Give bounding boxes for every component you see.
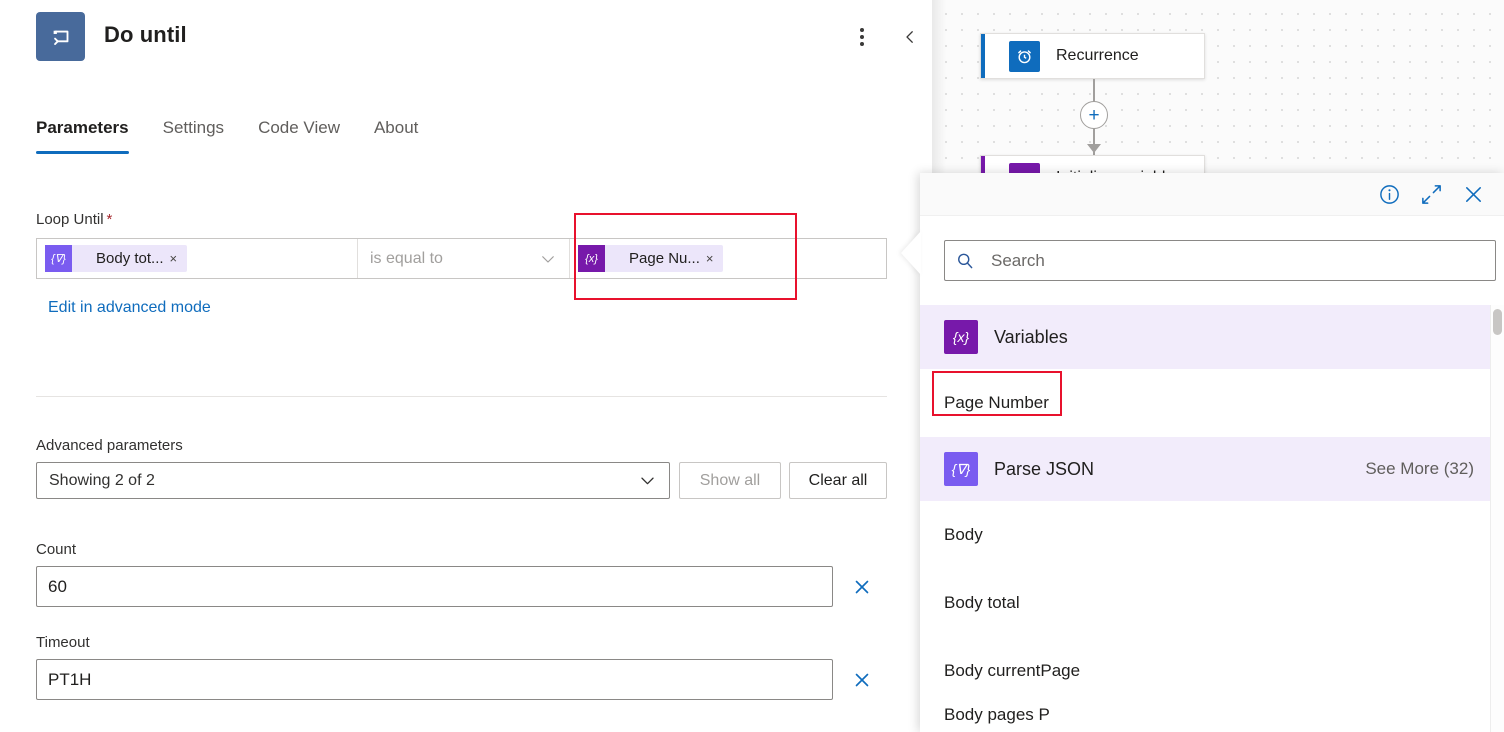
list-item[interactable]: Body pages P: [920, 705, 1498, 732]
list-item[interactable]: Body: [920, 501, 1498, 569]
info-icon[interactable]: [1370, 177, 1408, 211]
token-page-number[interactable]: {x} Page Nu... ×: [578, 245, 724, 272]
group-header-parse-json[interactable]: {∇} Parse JSON See More (32): [920, 437, 1498, 501]
plus-icon[interactable]: +: [1080, 101, 1108, 129]
timeout-clear-icon[interactable]: [847, 659, 877, 700]
group-header-variables[interactable]: {x} Variables: [920, 305, 1498, 369]
token-body-total[interactable]: {∇} Body tot... ×: [45, 245, 188, 272]
count-label: Count: [36, 541, 77, 558]
node-label: Recurrence: [1056, 47, 1139, 64]
parse-json-token-icon: {∇}: [45, 245, 72, 272]
search-box[interactable]: [944, 240, 1496, 281]
scrollbar-thumb[interactable]: [1493, 309, 1502, 335]
advanced-parameters-label: Advanced parameters: [36, 437, 183, 454]
variables-icon: {x}: [944, 320, 978, 354]
loop-until-condition-row[interactable]: {∇} Body tot... × is equal to {x} Page N…: [36, 238, 887, 279]
timeout-label: Timeout: [36, 634, 90, 651]
clock-icon: [1009, 40, 1040, 72]
token-label: Body tot...: [96, 250, 164, 267]
more-vertical-icon[interactable]: [845, 20, 879, 54]
token-remove-icon[interactable]: ×: [168, 251, 188, 266]
dynamic-content-scrollbar[interactable]: [1490, 305, 1504, 732]
chevron-left-icon[interactable]: [893, 20, 927, 54]
condition-left-operand[interactable]: {∇} Body tot... ×: [37, 239, 357, 278]
expand-diagonal-icon[interactable]: [1412, 177, 1450, 211]
loop-icon: [36, 12, 85, 61]
chevron-down-icon: [641, 477, 654, 485]
list-item[interactable]: Page Number: [920, 369, 1498, 437]
timeout-input[interactable]: PT1H: [36, 659, 833, 700]
token-label: Page Nu...: [629, 250, 700, 267]
group-name: Variables: [994, 326, 1068, 347]
show-all-button[interactable]: Show all: [679, 462, 781, 499]
search-input[interactable]: [991, 250, 1485, 271]
condition-operator-dropdown[interactable]: is equal to: [357, 239, 570, 278]
action-details-pane: Do until Parameters Settings Code View A…: [0, 0, 932, 732]
token-remove-icon[interactable]: ×: [704, 251, 724, 266]
advanced-parameters-select[interactable]: Showing 2 of 2: [36, 462, 670, 499]
tab-bar[interactable]: Parameters Settings Code View About: [36, 118, 418, 154]
count-clear-icon[interactable]: [847, 566, 877, 607]
tab-code-view[interactable]: Code View: [258, 118, 340, 154]
count-input[interactable]: 60: [36, 566, 833, 607]
flow-node-recurrence[interactable]: Recurrence: [980, 33, 1205, 79]
tab-about[interactable]: About: [374, 118, 418, 154]
group-name: Parse JSON: [994, 458, 1095, 479]
dynamic-content-header: [920, 173, 1504, 216]
select-value: Showing 2 of 2: [49, 471, 155, 489]
variables-token-icon: {x}: [578, 245, 605, 272]
dynamic-content-panel: {x} Variables Page Number {∇} Parse JSON…: [920, 173, 1504, 732]
required-marker: *: [106, 211, 113, 228]
node-accent-bar: [981, 34, 985, 78]
tab-settings[interactable]: Settings: [163, 118, 224, 154]
chevron-down-icon: [542, 255, 554, 263]
flow-edge-arrow: [1087, 144, 1101, 153]
search-icon: [958, 253, 973, 268]
see-more-link[interactable]: See More (32): [1365, 459, 1474, 479]
list-item[interactable]: Body currentPage: [920, 637, 1498, 705]
edit-advanced-mode-link[interactable]: Edit in advanced mode: [48, 299, 211, 317]
operator-value: is equal to: [370, 249, 443, 267]
page-title: Do until: [104, 22, 187, 47]
parse-json-icon: {∇}: [944, 452, 978, 486]
dynamic-content-list[interactable]: {x} Variables Page Number {∇} Parse JSON…: [920, 305, 1498, 732]
section-divider: [36, 396, 887, 397]
condition-right-operand[interactable]: {x} Page Nu... ×: [570, 239, 886, 278]
tab-parameters[interactable]: Parameters: [36, 118, 129, 154]
clear-all-button[interactable]: Clear all: [789, 462, 887, 499]
close-icon[interactable]: [1454, 177, 1492, 211]
flyout-pointer: [901, 231, 921, 275]
loop-until-label: Loop Until *: [36, 211, 113, 228]
list-item[interactable]: Body total: [920, 569, 1498, 637]
action-card-header: Do until: [0, 0, 932, 76]
